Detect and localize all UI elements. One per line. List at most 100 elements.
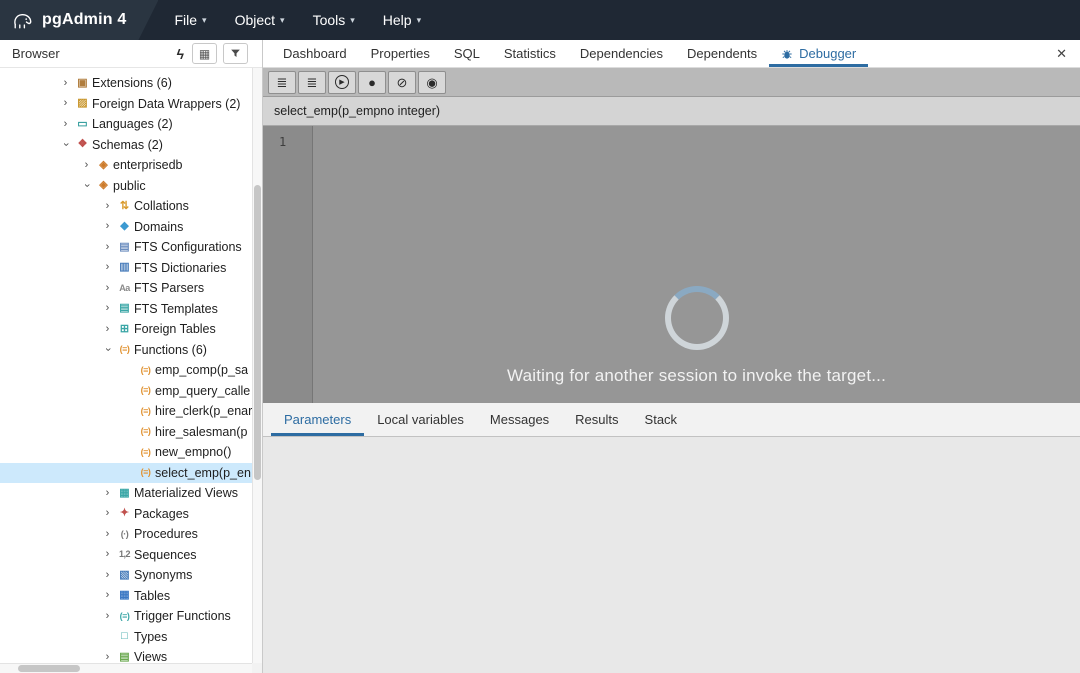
chevron-right-icon[interactable]: › xyxy=(100,487,115,499)
tab-dependencies[interactable]: Dependencies xyxy=(568,40,675,67)
tree-item-tables[interactable]: › ▦ Tables xyxy=(0,586,252,607)
tree-item-schemas-2[interactable]: › ❖ Schemas (2) xyxy=(0,135,252,156)
scrollbar-thumb[interactable] xyxy=(254,185,261,480)
tree-item-collations[interactable]: › ⇅ Collations xyxy=(0,196,252,217)
tab-sql[interactable]: SQL xyxy=(442,40,492,67)
tree-item-fts-templates[interactable]: › ▤ FTS Templates xyxy=(0,299,252,320)
browser-panel: Browser ϟ ▦ › ▣ Extensions (6) › ▨ Foreign Da… xyxy=(0,40,263,673)
close-icon[interactable]: ✕ xyxy=(1056,46,1067,62)
tab-messages[interactable]: Messages xyxy=(477,403,562,436)
tree-item-label: Views xyxy=(134,650,168,663)
tree-item-functions-6[interactable]: › (≡) Functions (6) xyxy=(0,340,252,361)
tree-item-fts-dictionaries[interactable]: › ▥ FTS Dictionaries xyxy=(0,258,252,279)
chevron-down-icon[interactable]: › xyxy=(102,342,114,357)
tab-label: Local variables xyxy=(377,412,464,427)
chevron-right-icon[interactable]: › xyxy=(100,528,115,540)
tab-properties[interactable]: Properties xyxy=(359,40,442,67)
chevron-right-icon[interactable]: › xyxy=(100,262,115,273)
chevron-right-icon[interactable]: › xyxy=(100,610,115,622)
menu-tools[interactable]: Tools ▾ xyxy=(313,12,355,28)
tab-results[interactable]: Results xyxy=(562,403,631,436)
tree-item-languages-2[interactable]: › ▭ Languages (2) xyxy=(0,114,252,135)
tab-dependents[interactable]: Dependents xyxy=(675,40,769,67)
tree-item-packages[interactable]: › ✦ Packages xyxy=(0,504,252,525)
tree-item-fts-parsers[interactable]: › Aa FTS Parsers xyxy=(0,278,252,299)
tree-item-label: select_emp(p_en xyxy=(155,465,251,480)
grid-icon: ▦ xyxy=(198,46,211,61)
tab-debugger[interactable]: Debugger xyxy=(769,40,868,67)
tree-item-foreign-tables[interactable]: › ⊞ Foreign Tables xyxy=(0,319,252,340)
tree-item-extensions-6[interactable]: › ▣ Extensions (6) xyxy=(0,73,252,94)
chevron-right-icon[interactable]: › xyxy=(100,200,115,212)
tree-item-hire-salesman-p[interactable]: (≡) hire_salesman(p xyxy=(0,422,252,443)
materialized-view-icon: ▦ xyxy=(119,486,130,499)
chevron-right-icon[interactable]: › xyxy=(58,118,73,130)
chevron-right-icon[interactable]: › xyxy=(100,303,115,314)
chevron-right-icon[interactable]: › xyxy=(100,241,115,253)
tab-label: Messages xyxy=(489,412,550,427)
tree-item-procedures[interactable]: › (·) Procedures xyxy=(0,524,252,545)
tree-item-trigger-functions[interactable]: › (≡) Trigger Functions xyxy=(0,606,252,627)
tree-horizontal-scrollbar[interactable] xyxy=(0,663,252,673)
cancel-icon: ⊘ xyxy=(396,74,408,90)
chevron-right-icon[interactable]: › xyxy=(100,590,115,601)
main-panel: Dashboard Properties SQL Statistics Dependen… xyxy=(263,40,1080,673)
tab-statistics[interactable]: Statistics xyxy=(492,40,568,67)
chevron-down-icon[interactable]: › xyxy=(60,137,72,152)
stop-button[interactable]: ● xyxy=(358,70,386,94)
query-tool-icon[interactable]: ϟ xyxy=(175,46,186,62)
chevron-right-icon[interactable]: › xyxy=(100,323,115,335)
tree-item-enterprisedb[interactable]: › ◈ enterprisedb xyxy=(0,155,252,176)
continue-button[interactable]: ▶ xyxy=(328,70,356,94)
tab-dashboard[interactable]: Dashboard xyxy=(271,40,359,67)
tab-parameters[interactable]: Parameters xyxy=(271,403,364,436)
chevron-right-icon[interactable]: › xyxy=(100,549,115,560)
app-logo: pgAdmin 4 xyxy=(0,0,158,40)
fts-configuration-icon: ▤ xyxy=(119,240,130,253)
toggle-breakpoint-button[interactable]: ◉ xyxy=(418,70,446,94)
chevron-down-icon[interactable]: › xyxy=(81,178,93,193)
tree-item-label: enterprisedb xyxy=(113,158,183,173)
chevron-right-icon[interactable]: › xyxy=(58,77,73,89)
chevron-right-icon[interactable]: › xyxy=(100,221,115,232)
domain-icon: ◆ xyxy=(120,220,129,233)
step-over-button[interactable]: ≣ xyxy=(298,70,326,94)
tree-item-materialized-views[interactable]: › ▦ Materialized Views xyxy=(0,483,252,504)
tree-item-emp-comp-p-sa[interactable]: (≡) emp_comp(p_sa xyxy=(0,360,252,381)
scrollbar-thumb[interactable] xyxy=(18,665,80,672)
chevron-right-icon[interactable]: › xyxy=(100,282,115,294)
tree-item-sequences[interactable]: › 1,2 Sequences xyxy=(0,545,252,566)
tree-item-domains[interactable]: › ◆ Domains xyxy=(0,217,252,238)
tree-item-synonyms[interactable]: › ▧ Synonyms xyxy=(0,565,252,586)
line-number: 1 xyxy=(279,135,287,149)
cancel-button[interactable]: ⊘ xyxy=(388,70,416,94)
tree-vertical-scrollbar[interactable] xyxy=(252,68,262,663)
tree-item-hire-clerk-p-enar[interactable]: (≡) hire_clerk(p_enar xyxy=(0,401,252,422)
menu-file[interactable]: File ▾ xyxy=(174,12,206,28)
menu-object[interactable]: Object ▾ xyxy=(235,12,285,28)
tree-item-select-emp-p-en[interactable]: (≡) select_emp(p_en xyxy=(0,462,252,483)
tab-label: Debugger xyxy=(799,46,857,61)
tab-label: Results xyxy=(575,412,619,427)
chevron-right-icon[interactable]: › xyxy=(58,98,73,109)
tree-item-views[interactable]: › ▤ Views xyxy=(0,647,252,663)
chevron-right-icon[interactable]: › xyxy=(100,651,115,663)
tab-local-variables[interactable]: Local variables xyxy=(364,403,477,436)
view-data-button[interactable]: ▦ xyxy=(192,43,217,64)
tree-item-label: FTS Templates xyxy=(134,301,218,316)
foreign-data-wrapper-icon: ▨ xyxy=(77,97,88,110)
chevron-right-icon[interactable]: › xyxy=(79,159,94,171)
chevron-right-icon[interactable]: › xyxy=(100,569,115,581)
tree-item-emp-query-calle[interactable]: (≡) emp_query_calle xyxy=(0,381,252,402)
chevron-right-icon[interactable]: › xyxy=(100,508,115,519)
foreign-table-icon: ⊞ xyxy=(119,322,130,335)
filter-button[interactable] xyxy=(223,43,248,64)
tree-item-new-empno[interactable]: (≡) new_empno() xyxy=(0,442,252,463)
tree-item-types[interactable]: □ Types xyxy=(0,627,252,648)
tree-item-public[interactable]: › ◈ public xyxy=(0,176,252,197)
tree-item-foreign-data-wrappers-2[interactable]: › ▨ Foreign Data Wrappers (2) xyxy=(0,94,252,115)
step-into-button[interactable]: ≣ xyxy=(268,70,296,94)
tree-item-fts-configurations[interactable]: › ▤ FTS Configurations xyxy=(0,237,252,258)
menu-help[interactable]: Help ▾ xyxy=(383,12,421,28)
tab-stack[interactable]: Stack xyxy=(632,403,691,436)
